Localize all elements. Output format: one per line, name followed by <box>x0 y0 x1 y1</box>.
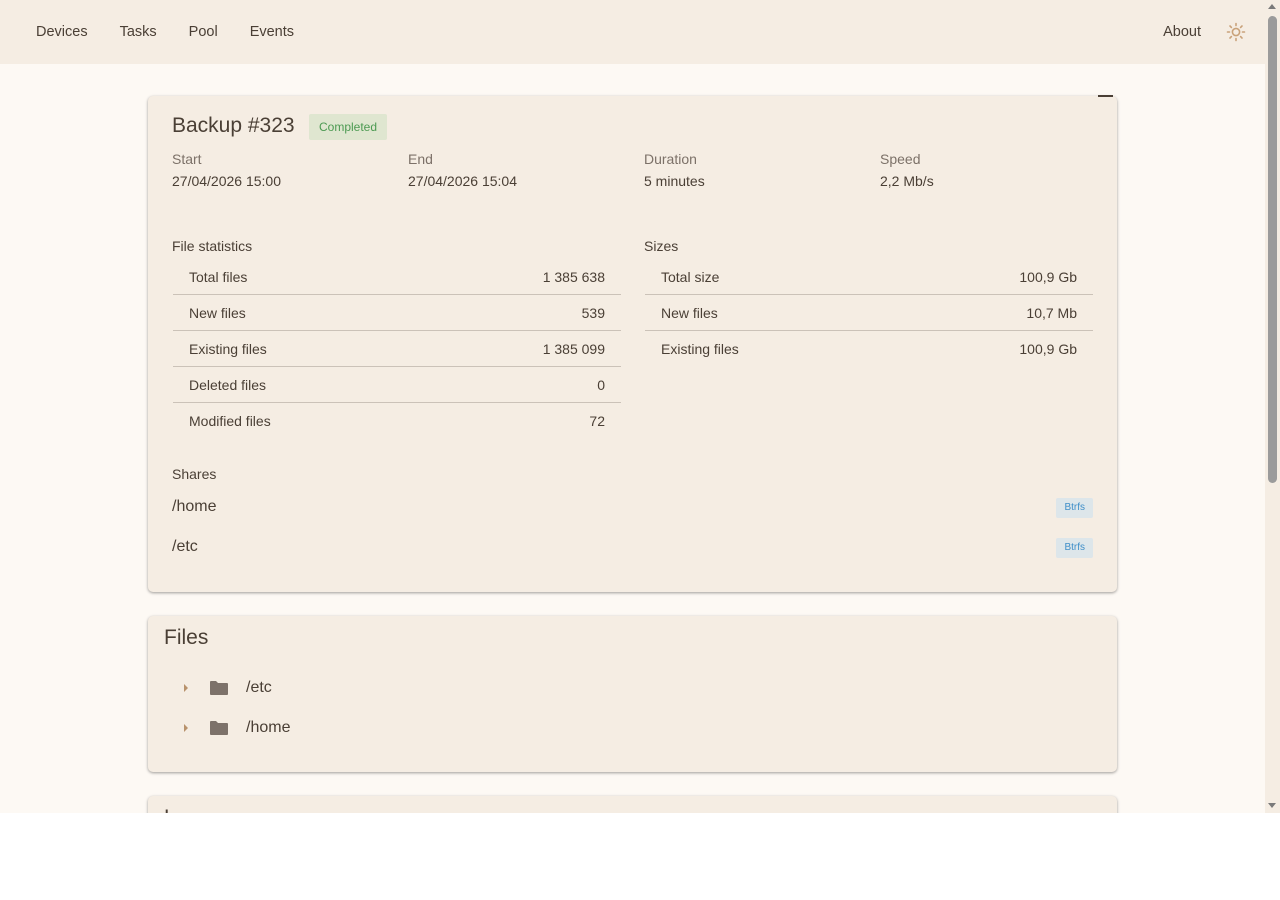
nav-about[interactable]: About <box>1163 24 1201 40</box>
end-label: End <box>408 151 433 167</box>
duration-info: Duration 5 minutes <box>644 151 705 189</box>
speed-value: 2,2 Mb/s <box>880 173 934 189</box>
stat-value: 72 <box>589 413 605 429</box>
scroll-down-icon[interactable] <box>1268 803 1276 808</box>
nav-devices[interactable]: Devices <box>36 24 88 40</box>
scroll-thumb[interactable] <box>1268 16 1277 483</box>
size-label: Existing files <box>661 341 739 357</box>
table-row: New files 539 <box>173 295 621 331</box>
folder-icon <box>209 718 229 738</box>
backup-details-card: Backup #323 Completed Start 27/04/2026 1… <box>148 95 1117 592</box>
stat-label: Total files <box>189 268 248 285</box>
stat-value: 539 <box>581 304 605 321</box>
sizes-table: Total size 100,9 Gb New files 10,7 Mb Ex… <box>645 259 1093 367</box>
tree-item-label: /etc <box>246 679 272 696</box>
expand-caret-icon[interactable] <box>176 714 196 742</box>
vertical-scrollbar[interactable] <box>1265 0 1280 813</box>
size-value: 100,9 Gb <box>1019 268 1077 285</box>
card-corner-mark <box>1098 95 1113 97</box>
share-path: /home <box>172 498 217 515</box>
table-row: Total files 1 385 638 <box>173 259 621 295</box>
status-badge: Completed <box>309 114 388 140</box>
files-card: Files /etc /home <box>148 616 1117 772</box>
list-item: /etc Btrfs <box>172 536 1093 560</box>
duration-label: Duration <box>644 151 697 167</box>
app-viewport: Devices Tasks Pool Events About Backup #… <box>0 0 1280 813</box>
stat-label: Modified files <box>189 413 271 429</box>
end-info: End 27/04/2026 15:04 <box>408 151 517 189</box>
fs-badge: Btrfs <box>1056 498 1093 518</box>
share-path: /etc <box>172 538 198 555</box>
table-row: Existing files 100,9 Gb <box>645 331 1093 367</box>
file-statistics-table: Total files 1 385 638 New files 539 Exis… <box>173 259 621 439</box>
theme-toggle-button[interactable] <box>1226 22 1246 42</box>
files-title: Files <box>164 626 209 649</box>
file-statistics-title: File statistics <box>172 238 253 254</box>
tree-item[interactable]: /etc <box>176 674 272 702</box>
speed-label: Speed <box>880 151 921 167</box>
sun-icon <box>1226 22 1246 42</box>
table-row: Modified files 72 <box>173 403 621 439</box>
stat-label: New files <box>189 304 246 321</box>
top-navbar: Devices Tasks Pool Events About <box>0 0 1265 64</box>
expand-caret-icon[interactable] <box>176 674 196 702</box>
size-label: Total size <box>661 268 720 285</box>
duration-value: 5 minutes <box>644 173 705 189</box>
stat-label: Deleted files <box>189 376 267 393</box>
table-row: Deleted files 0 <box>173 367 621 403</box>
end-value: 27/04/2026 15:04 <box>408 173 517 189</box>
speed-info: Speed 2,2 Mb/s <box>880 151 934 189</box>
nav-pool[interactable]: Pool <box>189 24 218 40</box>
start-label: Start <box>172 151 202 167</box>
backup-title: Backup #323 <box>172 114 295 137</box>
list-item: /home Btrfs <box>172 496 1093 520</box>
scroll-up-icon[interactable] <box>1268 4 1276 9</box>
start-value: 27/04/2026 15:00 <box>172 173 281 189</box>
start-info: Start 27/04/2026 15:00 <box>172 151 281 189</box>
shares-title: Shares <box>172 466 217 482</box>
stat-value: 0 <box>597 376 605 393</box>
folder-icon <box>209 678 229 698</box>
stat-label: Existing files <box>189 340 267 357</box>
sizes-title: Sizes <box>644 238 679 254</box>
tree-item-label: /home <box>246 719 291 736</box>
nav-events[interactable]: Events <box>250 24 294 40</box>
tree-item[interactable]: /home <box>176 714 290 742</box>
table-row: Total size 100,9 Gb <box>645 259 1093 295</box>
next-card: L <box>148 796 1117 813</box>
nav-tasks[interactable]: Tasks <box>120 24 157 40</box>
stat-value: 1 385 099 <box>542 340 605 357</box>
next-card-title: L <box>164 806 176 813</box>
fs-badge: Btrfs <box>1056 538 1093 558</box>
stat-value: 1 385 638 <box>542 268 605 285</box>
size-label: New files <box>661 304 718 321</box>
size-value: 10,7 Mb <box>1026 304 1077 321</box>
nav-right: About <box>1163 0 1265 64</box>
size-value: 100,9 Gb <box>1019 341 1077 357</box>
table-row: Existing files 1 385 099 <box>173 331 621 367</box>
table-row: New files 10,7 Mb <box>645 295 1093 331</box>
